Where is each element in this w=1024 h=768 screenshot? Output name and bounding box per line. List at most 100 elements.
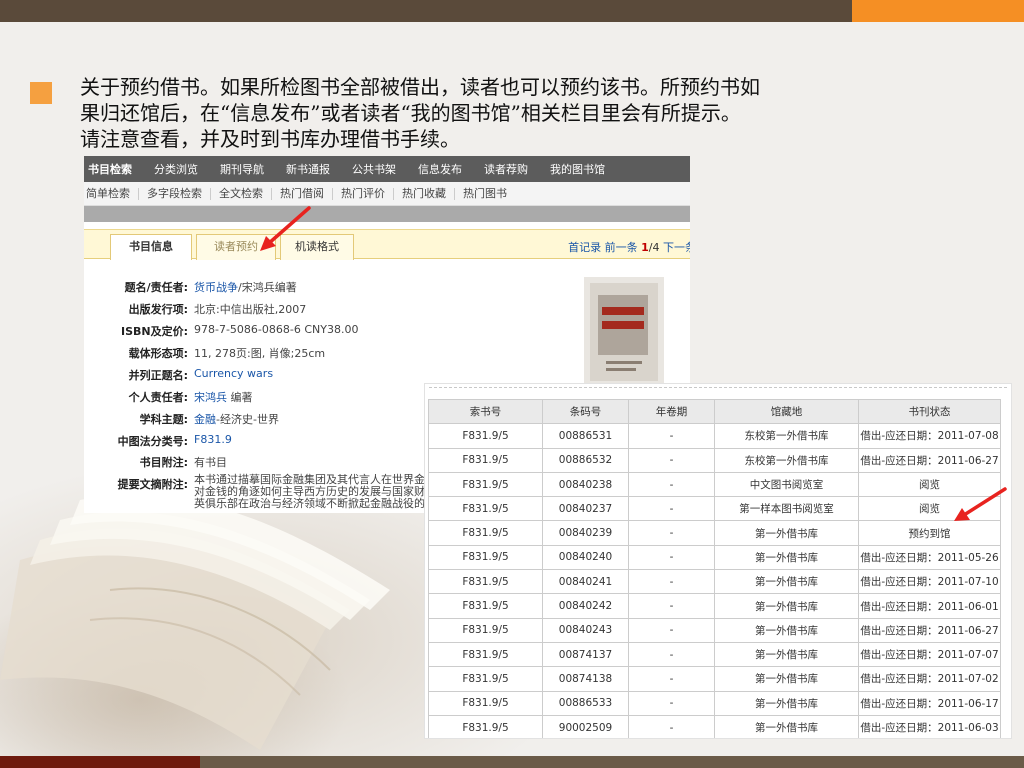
field-label: ISBN及定价: [120, 325, 188, 338]
field-value-text: /宋鸿兵编著 [238, 281, 297, 294]
subnav-popular-books[interactable]: 热门图书 [455, 187, 515, 200]
cell-location: 第一样本图书阅览室 [714, 496, 859, 522]
cell-status: 借出-应还日期：2011-07-10 [858, 569, 1001, 595]
nav-item-public-shelf[interactable]: 公共书架 [341, 161, 407, 177]
cell-barcode: 00874137 [542, 641, 629, 668]
cell-status: 借出-应还日期：2011-06-27 [858, 447, 1001, 473]
nav-item-announcements[interactable]: 信息发布 [407, 161, 473, 177]
nav-item-journals[interactable]: 期刊导航 [209, 161, 275, 177]
cell-volume: - [628, 496, 715, 522]
subnav-popular-rating[interactable]: 热门评价 [333, 187, 394, 200]
field-label: 中图法分类号: [117, 435, 188, 448]
nav-item-my-library[interactable]: 我的图书馆 [539, 161, 616, 177]
cell-call-number: F831.9/5 [428, 690, 543, 716]
title-link[interactable]: 货币战争 [194, 281, 238, 294]
cell-call-number: F831.9/5 [428, 714, 543, 738]
pager-first[interactable]: 首记录 [568, 241, 601, 254]
classification-link[interactable]: F831.9 [194, 433, 232, 446]
cell-call-number: F831.9/5 [428, 569, 543, 595]
subnav-fulltext-search[interactable]: 全文检索 [211, 187, 272, 200]
table-row: F831.9/5 00886533- 第一外借书库 借出-应还日期：2011-06-1… [428, 690, 1001, 716]
field-value: 11, 278页:图, 肖像;25cm [194, 347, 326, 360]
nav-item-catalog-search[interactable]: 书目检索 [84, 161, 143, 177]
field-value: Currency wars [194, 367, 273, 380]
pager-prev[interactable]: 前一条 [605, 241, 638, 254]
field-publisher: 出版发行项: 北京:中信出版社,2007 [84, 301, 584, 323]
field-value: 货币战争/宋鸿兵编著 [194, 279, 297, 295]
cell-volume: - [628, 666, 715, 692]
cell-status: 借出-应还日期：2011-07-02 [858, 666, 1001, 692]
cell-call-number: F831.9/5 [428, 447, 543, 473]
table-row: F831.9/5 00886532- 东校第一外借书库 借出-应还日期：2011-06… [428, 447, 1001, 473]
author-link[interactable]: 宋鸿兵 [194, 391, 227, 404]
nav-item-new-books[interactable]: 新书通报 [275, 161, 341, 177]
field-physical: 载体形态项: 11, 278页:图, 肖像;25cm [84, 345, 584, 367]
subnav-multi-field-search[interactable]: 多字段检索 [139, 187, 211, 200]
field-label: 书目附注: [139, 456, 188, 469]
cell-barcode: 00874138 [542, 666, 629, 692]
cell-barcode: 00886531 [542, 423, 629, 449]
subnav-popular-borrow[interactable]: 热门借阅 [272, 187, 333, 200]
subject-link[interactable]: 金融 [194, 413, 216, 426]
field-value: 宋鸿兵 编著 [194, 389, 253, 405]
cell-location: 第一外借书库 [714, 569, 859, 595]
cell-location: 东校第一外借书库 [714, 447, 859, 473]
cell-location: 中文图书阅览室 [714, 471, 859, 498]
cell-barcode: 90002509 [542, 714, 629, 738]
tab-bib-info[interactable]: 书目信息 [110, 234, 192, 260]
pager-next[interactable]: 下一条 [663, 241, 690, 254]
table-header-row: 索书号 条码号 年卷期 馆藏地 书刊状态 [428, 398, 1001, 425]
field-label: 出版发行项: [128, 303, 188, 316]
field-label: 载体形态项: [128, 347, 188, 360]
cell-status: 借出-应还日期：2011-06-03 [858, 714, 1001, 738]
cell-volume: - [628, 423, 715, 449]
holdings-table-body: F831.9/5 00886531- 东校第一外借书库 借出-应还日期：2011-07… [428, 423, 1001, 738]
field-value-text: 编著 [227, 391, 253, 404]
nav-item-browse[interactable]: 分类浏览 [143, 161, 209, 177]
table-row: F831.9/5 00840239- 第一外借书库 预约到馆 [428, 520, 1001, 546]
dashed-separator [429, 387, 1007, 388]
cell-call-number: F831.9/5 [428, 641, 543, 668]
cell-call-number: F831.9/5 [428, 666, 543, 692]
abstract-text: 本书通过描摹国际金融集团及其代言人在世界金 对金钱的角逐如何主导西方历史的发展与… [194, 474, 434, 510]
sub-nav: 简单检索 多字段检索 全文检索 热门借阅 热门评价 热门收藏 热门图书 [84, 182, 690, 206]
cell-volume: - [628, 447, 715, 473]
cell-location: 第一外借书库 [714, 666, 859, 692]
field-label: 个人责任者: [128, 391, 188, 404]
table-row: F831.9/5 00840242- 第一外借书库 借出-应还日期：2011-06-0… [428, 593, 1001, 619]
field-value-text: -经济史-世界 [216, 413, 279, 426]
cell-status: 借出-应还日期：2011-07-07 [858, 641, 1001, 668]
cell-call-number: F831.9/5 [428, 520, 543, 546]
nav-item-recommend[interactable]: 读者荐购 [473, 161, 539, 177]
cell-volume: - [628, 641, 715, 668]
table-row: F831.9/5 00874138- 第一外借书库 借出-应还日期：2011-07-0… [428, 666, 1001, 692]
table-row: F831.9/5 00840240- 第一外借书库 借出-应还日期：2011-05-2… [428, 544, 1001, 571]
cell-barcode: 00840242 [542, 593, 629, 619]
cell-call-number: F831.9/5 [428, 617, 543, 643]
cell-volume: - [628, 569, 715, 595]
parallel-title-link[interactable]: Currency wars [194, 367, 273, 380]
cell-volume: - [628, 714, 715, 738]
cell-volume: - [628, 690, 715, 716]
field-label: 并列正题名: [128, 369, 188, 382]
cell-volume: - [628, 617, 715, 643]
subnav-simple-search[interactable]: 简单检索 [84, 187, 139, 200]
col-header-call-number: 索书号 [428, 398, 543, 425]
divider-bar [84, 206, 690, 222]
field-label: 提要文摘附注: [117, 478, 188, 491]
cell-status: 借出-应还日期：2011-06-17 [858, 690, 1001, 716]
open-book-decoration [0, 494, 390, 750]
red-pointer-arrow-icon [260, 206, 311, 251]
square-bullet-icon [30, 82, 52, 104]
subnav-popular-favorites[interactable]: 热门收藏 [394, 187, 455, 200]
cell-call-number: F831.9/5 [428, 544, 543, 571]
field-value: 有书目 [194, 456, 227, 469]
field-label: 题名/责任者: [124, 281, 188, 294]
cell-barcode: 00840241 [542, 569, 629, 595]
holdings-table-screenshot: 索书号 条码号 年卷期 馆藏地 书刊状态 F831.9/5 00886531- 东校… [424, 383, 1012, 739]
col-header-location: 馆藏地 [714, 398, 859, 425]
table-row: F831.9/5 00840238- 中文图书阅览室 阅览 [428, 471, 1001, 498]
field-isbn: ISBN及定价: 978-7-5086-0868-6 CNY38.00 [84, 323, 584, 345]
cell-location: 第一外借书库 [714, 520, 859, 546]
top-bar [0, 0, 852, 22]
